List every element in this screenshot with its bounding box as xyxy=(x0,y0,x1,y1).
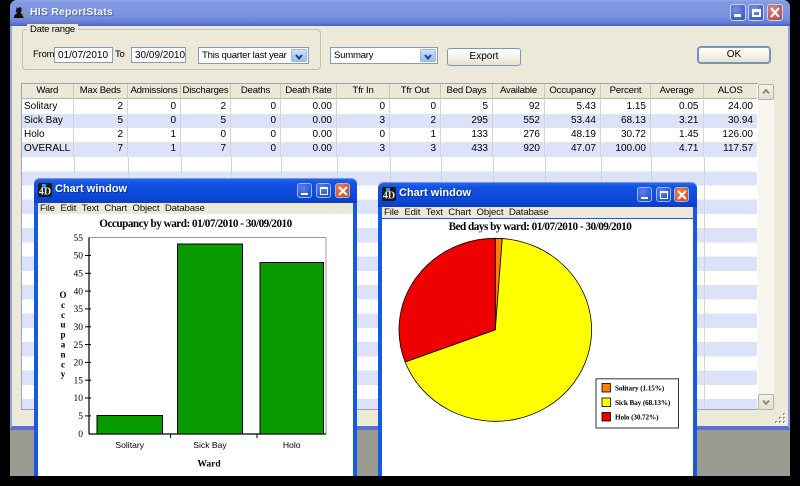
svg-text:5: 5 xyxy=(78,412,83,422)
svg-text:50: 50 xyxy=(74,252,84,262)
svg-text:30: 30 xyxy=(74,323,84,333)
svg-text:n: n xyxy=(60,349,65,359)
svg-text:u: u xyxy=(60,320,65,330)
svg-text:4D: 4D xyxy=(383,191,395,202)
svg-text:45: 45 xyxy=(74,270,84,280)
svg-text:Ward: Ward xyxy=(197,460,221,470)
svg-text:4D: 4D xyxy=(39,187,51,198)
svg-text:20: 20 xyxy=(74,359,84,369)
svg-text:a: a xyxy=(61,340,66,350)
svg-text:Solitary: Solitary xyxy=(115,440,144,450)
svg-text:55: 55 xyxy=(74,234,84,244)
svg-text:Solitary (1.15%): Solitary (1.15%) xyxy=(615,385,665,393)
svg-text:Holo: Holo xyxy=(283,440,301,450)
svg-text:15: 15 xyxy=(74,376,84,386)
svg-text:Sick Bay (68.13%): Sick Bay (68.13%) xyxy=(615,399,671,407)
svg-text:0: 0 xyxy=(78,430,83,440)
svg-text:y: y xyxy=(61,369,66,379)
svg-text:c: c xyxy=(61,300,65,310)
svg-text:25: 25 xyxy=(74,341,84,351)
svg-text:O: O xyxy=(59,290,66,300)
svg-text:Holo (30.72%): Holo (30.72%) xyxy=(615,414,659,422)
svg-text:Sick Bay: Sick Bay xyxy=(193,440,227,450)
svg-text:35: 35 xyxy=(74,305,84,315)
svg-text:c: c xyxy=(61,359,65,369)
svg-text:c: c xyxy=(61,310,65,320)
svg-text:40: 40 xyxy=(74,287,84,297)
svg-text:10: 10 xyxy=(74,394,84,404)
svg-text:p: p xyxy=(60,330,65,340)
